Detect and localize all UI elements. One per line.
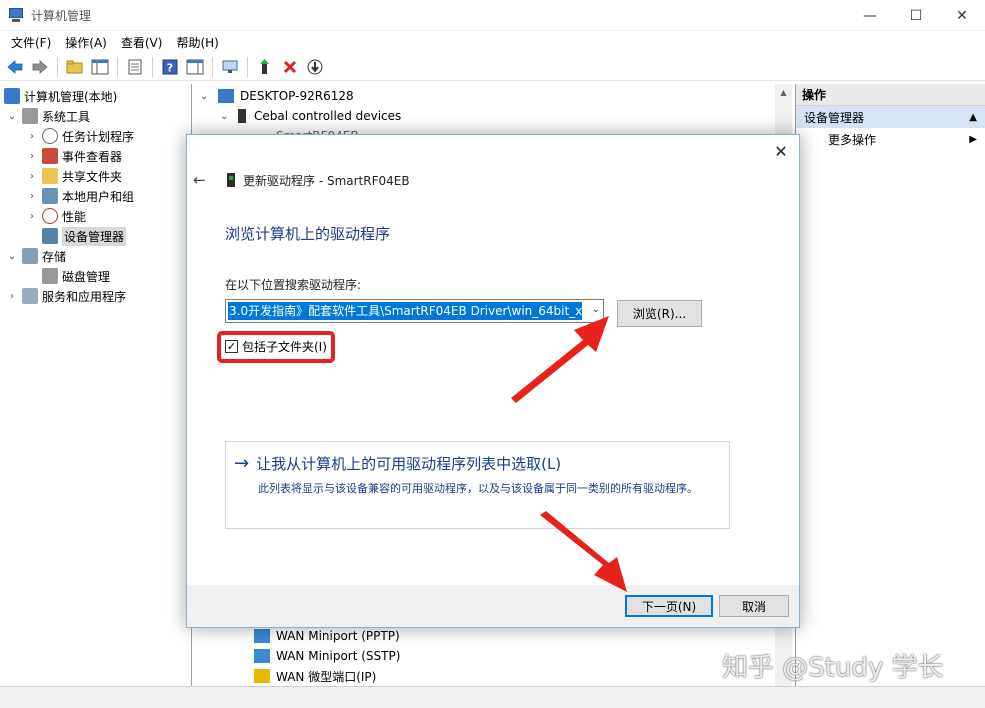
dialog-footer: 下一页(N) 取消: [187, 585, 799, 627]
disable-device-icon[interactable]: [304, 56, 326, 78]
show-hide-icon[interactable]: [184, 56, 206, 78]
window-title: 计算机管理: [31, 8, 92, 23]
warning-network-icon: [254, 669, 270, 683]
watermark: 知乎 @Study 学长: [722, 653, 944, 683]
update-driver-dialog: ✕ ← 更新驱动程序 - SmartRF04EB 浏览计算机上的驱动程序 在以下…: [186, 134, 800, 628]
usb-device-icon: [238, 109, 246, 123]
tree-item-system-tools[interactable]: ⌄ 系统工具: [6, 106, 90, 126]
chevron-right-icon[interactable]: ›: [26, 131, 38, 142]
device-wan-pptp-row[interactable]: WAN Miniport (PPTP): [254, 626, 400, 646]
right-arrow-icon: →: [234, 453, 250, 474]
title-bar: 计算机管理 — ☐ ✕: [0, 0, 985, 31]
services-icon: [22, 288, 38, 304]
tree-item-root[interactable]: 计算机管理(本地): [4, 86, 117, 106]
actions-pane: 操作 设备管理器 ▲ 更多操作 ▶: [795, 84, 985, 686]
tree-item-local-users[interactable]: › 本地用户和组: [26, 186, 134, 206]
device-manager-icon: [42, 228, 58, 244]
more-actions-item[interactable]: 更多操作 ▶: [796, 128, 985, 150]
svg-text:?: ?: [167, 62, 173, 75]
actions-section-device-manager[interactable]: 设备管理器 ▲: [796, 106, 985, 128]
up-folder-icon[interactable]: [64, 56, 86, 78]
computer-icon: [218, 89, 234, 103]
cancel-button[interactable]: 取消: [719, 595, 789, 617]
tree-item-storage[interactable]: ⌄ 存储: [6, 246, 66, 266]
storage-icon: [22, 248, 38, 264]
scroll-up-icon[interactable]: ▲: [775, 84, 792, 101]
back-arrow-icon[interactable]: [4, 56, 26, 78]
disk-icon: [42, 268, 58, 284]
tree-item-task-scheduler[interactable]: › 任务计划程序: [26, 126, 134, 146]
dialog-close-button[interactable]: ✕: [771, 141, 791, 161]
tree-item-device-manager[interactable]: 设备管理器: [26, 226, 127, 246]
chevron-down-icon[interactable]: ⌄: [220, 111, 234, 122]
chevron-down-icon[interactable]: ⌄: [592, 304, 600, 315]
device-wan-sstp-row[interactable]: WAN Miniport (SSTP): [254, 646, 400, 666]
forward-arrow-icon[interactable]: [29, 56, 51, 78]
browse-button[interactable]: 浏览(R)...: [617, 300, 702, 327]
performance-icon: [42, 208, 58, 224]
network-adapter-icon: [254, 649, 270, 663]
device-computer-row[interactable]: ⌄ DESKTOP-92R6128: [200, 86, 354, 106]
help-icon[interactable]: ?: [159, 56, 181, 78]
close-window-button[interactable]: ✕: [939, 0, 985, 31]
next-button[interactable]: 下一页(N): [625, 595, 713, 617]
tree-item-services-apps[interactable]: › 服务和应用程序: [6, 286, 126, 306]
driver-path-value[interactable]: 3.0开发指南》配套软件工具\SmartRF04EB Driver\win_64…: [228, 302, 582, 320]
monitor-icon[interactable]: [219, 56, 241, 78]
properties-icon[interactable]: [124, 56, 146, 78]
usb-device-icon: [227, 173, 235, 187]
chevron-right-icon[interactable]: ›: [26, 191, 38, 202]
driver-path-combobox[interactable]: 3.0开发指南》配套软件工具\SmartRF04EB Driver\win_64…: [225, 299, 604, 323]
chevron-right-icon[interactable]: ›: [26, 171, 38, 182]
uninstall-icon[interactable]: [279, 56, 301, 78]
menu-action[interactable]: 操作(A): [58, 34, 114, 51]
chevron-down-icon[interactable]: ⌄: [200, 91, 214, 102]
pick-from-list-title[interactable]: 让我从计算机上的可用驱动程序列表中选取(L): [256, 453, 561, 474]
computer-management-icon: [4, 88, 20, 104]
users-icon: [42, 188, 58, 204]
tree-item-performance[interactable]: › 性能: [26, 206, 86, 226]
shared-folder-icon: [42, 168, 58, 184]
menu-help[interactable]: 帮助(H): [169, 34, 225, 51]
status-bar: [0, 686, 985, 708]
show-tree-icon[interactable]: [89, 56, 111, 78]
device-cebal-row[interactable]: ⌄ Cebal controlled devices: [220, 106, 401, 126]
collapse-up-icon[interactable]: ▲: [969, 112, 977, 123]
chevron-right-icon[interactable]: ›: [6, 291, 18, 302]
pick-from-list-option[interactable]: → 让我从计算机上的可用驱动程序列表中选取(L) 此列表将显示与该设备兼容的可用…: [225, 441, 730, 529]
chevron-right-icon[interactable]: ›: [26, 211, 38, 222]
computer-management-icon: [9, 7, 25, 23]
tree-item-disk-management[interactable]: 磁盘管理: [26, 266, 110, 286]
maximize-button[interactable]: ☐: [893, 0, 939, 31]
chevron-down-icon[interactable]: ⌄: [6, 111, 18, 122]
tree-item-event-viewer[interactable]: › 事件查看器: [26, 146, 122, 166]
chevron-right-icon[interactable]: ›: [26, 151, 38, 162]
minimize-button[interactable]: —: [847, 0, 893, 31]
annotation-highlight-box: [217, 331, 335, 363]
back-arrow-icon[interactable]: ←: [193, 171, 211, 189]
toolbar: ?: [0, 54, 985, 81]
submenu-arrow-icon: ▶: [969, 133, 977, 145]
console-tree: 计算机管理(本地) ⌄ 系统工具 › 任务计划程序 › 事件查看器 › 共享文件…: [0, 84, 192, 686]
menu-view[interactable]: 查看(V): [114, 34, 170, 51]
event-viewer-icon: [42, 148, 58, 164]
actions-header: 操作: [796, 84, 985, 106]
search-location-label: 在以下位置搜索驱动程序:: [225, 278, 362, 292]
menu-file[interactable]: 文件(F): [4, 34, 58, 51]
chevron-down-icon[interactable]: ⌄: [6, 251, 18, 262]
dialog-heading: 浏览计算机上的驱动程序: [225, 225, 391, 243]
device-wan-ip-row[interactable]: WAN 微型端口(IP): [254, 666, 376, 686]
tools-icon: [22, 108, 38, 124]
menu-bar: 文件(F) 操作(A) 查看(V) 帮助(H): [0, 31, 985, 53]
clock-icon: [42, 128, 58, 144]
dialog-nav-title: 更新驱动程序 - SmartRF04EB: [243, 173, 410, 188]
update-driver-icon[interactable]: [254, 56, 276, 78]
pick-from-list-description: 此列表将显示与该设备兼容的可用驱动程序，以及与该设备属于同一类别的所有驱动程序。: [258, 482, 698, 495]
tree-item-shared-folders[interactable]: › 共享文件夹: [26, 166, 122, 186]
network-adapter-icon: [254, 629, 270, 643]
